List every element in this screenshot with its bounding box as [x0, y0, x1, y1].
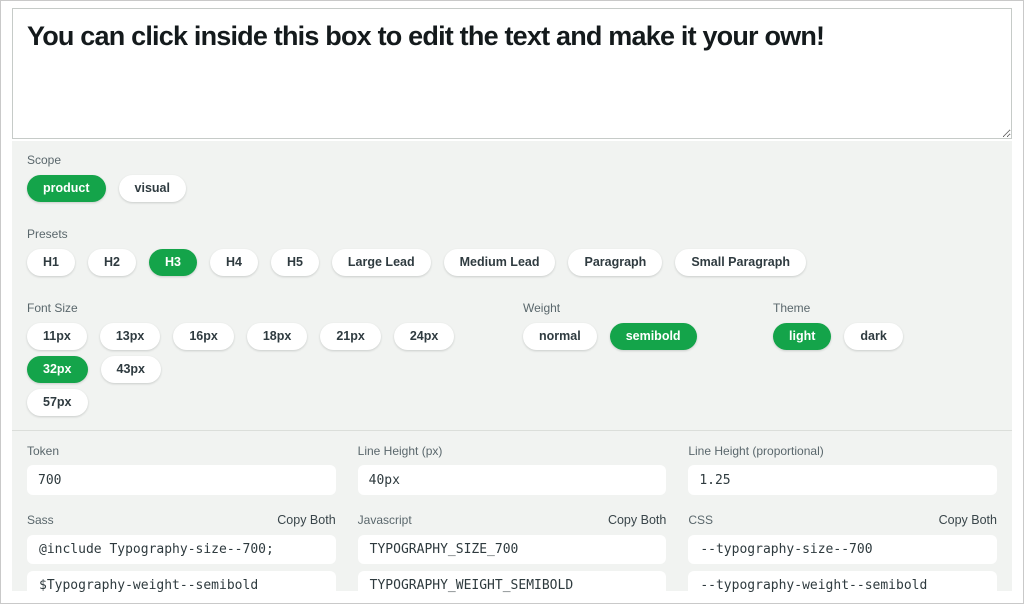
pill-16px[interactable]: 16px: [173, 323, 234, 350]
pill-light[interactable]: light: [773, 323, 831, 350]
pill-dark[interactable]: dark: [844, 323, 902, 350]
pill-h2[interactable]: H2: [88, 249, 136, 276]
pill-18px[interactable]: 18px: [247, 323, 308, 350]
token-input[interactable]: [27, 465, 336, 495]
javascript-size-code: TYPOGRAPHY_SIZE_700: [358, 535, 667, 564]
pill-paragraph[interactable]: Paragraph: [568, 249, 662, 276]
sass-output-head: Sass Copy Both: [27, 514, 336, 527]
theme-label: Theme: [773, 302, 997, 315]
sass-label: Sass: [27, 514, 54, 527]
javascript-copy-both-link[interactable]: Copy Both: [608, 514, 666, 527]
css-label: CSS: [688, 514, 713, 527]
token-field: Token: [27, 445, 336, 495]
css-weight-code: --typography-weight--semibold: [688, 571, 997, 600]
javascript-weight-code: TYPOGRAPHY_WEIGHT_SEMIBOLD: [358, 571, 667, 600]
theme-pill-row: light dark: [773, 323, 997, 350]
presets-pill-row: H1 H2 H3 H4 H5 Large Lead Medium Lead Pa…: [27, 249, 997, 276]
javascript-output-head: Javascript Copy Both: [358, 514, 667, 527]
scope-pill-row: product visual: [27, 175, 997, 202]
pill-normal[interactable]: normal: [523, 323, 597, 350]
pill-product[interactable]: product: [27, 175, 106, 202]
outputs-section: Token Line Height (px) Line Height (prop…: [12, 431, 1012, 607]
pill-visual[interactable]: visual: [119, 175, 186, 202]
pill-h4[interactable]: H4: [210, 249, 258, 276]
controls-panel: Scope product visual Presets H1 H2 H3 H4…: [12, 141, 1012, 591]
line-height-proportional-input[interactable]: [688, 465, 997, 495]
pill-13px[interactable]: 13px: [100, 323, 161, 350]
javascript-output-block: Javascript Copy Both TYPOGRAPHY_SIZE_700…: [358, 514, 667, 607]
css-output-block: CSS Copy Both --typography-size--700 --t…: [688, 514, 997, 607]
font-size-pill-row-2: 57px: [27, 389, 523, 416]
font-size-pill-row-1: 11px 13px 16px 18px 21px 24px 32px 43px: [27, 323, 523, 383]
css-size-code: --typography-size--700: [688, 535, 997, 564]
line-height-px-label: Line Height (px): [358, 445, 667, 458]
size-weight-theme-row: Font Size 11px 13px 16px 18px 21px 24px …: [27, 302, 997, 416]
weight-group: Weight normal semibold: [523, 302, 773, 416]
pill-24px[interactable]: 24px: [394, 323, 455, 350]
pill-small-paragraph[interactable]: Small Paragraph: [675, 249, 806, 276]
line-height-px-field: Line Height (px): [358, 445, 667, 495]
pill-medium-lead[interactable]: Medium Lead: [444, 249, 556, 276]
pill-semibold[interactable]: semibold: [610, 323, 697, 350]
line-height-proportional-label: Line Height (proportional): [688, 445, 997, 458]
controls-section: Scope product visual Presets H1 H2 H3 H4…: [12, 141, 1012, 416]
font-size-group: Font Size 11px 13px 16px 18px 21px 24px …: [27, 302, 523, 416]
pill-large-lead[interactable]: Large Lead: [332, 249, 431, 276]
weight-label: Weight: [523, 302, 773, 315]
css-copy-both-link[interactable]: Copy Both: [939, 514, 997, 527]
javascript-label: Javascript: [358, 514, 412, 527]
css-output-head: CSS Copy Both: [688, 514, 997, 527]
sass-output-block: Sass Copy Both @include Typography-size-…: [27, 514, 336, 607]
pill-43px[interactable]: 43px: [101, 356, 162, 383]
scope-label: Scope: [27, 154, 997, 167]
font-size-label: Font Size: [27, 302, 523, 315]
weight-pill-row: normal semibold: [523, 323, 773, 350]
pill-11px[interactable]: 11px: [27, 323, 87, 350]
line-height-px-input[interactable]: [358, 465, 667, 495]
line-height-proportional-field: Line Height (proportional): [688, 445, 997, 495]
token-label: Token: [27, 445, 336, 458]
sass-copy-both-link[interactable]: Copy Both: [277, 514, 335, 527]
theme-group: Theme light dark: [773, 302, 997, 416]
presets-label: Presets: [27, 228, 997, 241]
editor-textarea[interactable]: You can click inside this box to edit th…: [12, 8, 1012, 139]
pill-h3[interactable]: H3: [149, 249, 197, 276]
sass-size-code: @include Typography-size--700;: [27, 535, 336, 564]
pill-h1[interactable]: H1: [27, 249, 75, 276]
sass-weight-code: $Typography-weight--semibold: [27, 571, 336, 600]
pill-21px[interactable]: 21px: [320, 323, 381, 350]
page: You can click inside this box to edit th…: [0, 0, 1024, 604]
pill-h5[interactable]: H5: [271, 249, 319, 276]
presets-group: Presets H1 H2 H3 H4 H5 Large Lead Medium…: [27, 228, 997, 276]
pill-57px[interactable]: 57px: [27, 389, 88, 416]
pill-32px[interactable]: 32px: [27, 356, 88, 383]
scope-group: Scope product visual: [27, 154, 997, 202]
